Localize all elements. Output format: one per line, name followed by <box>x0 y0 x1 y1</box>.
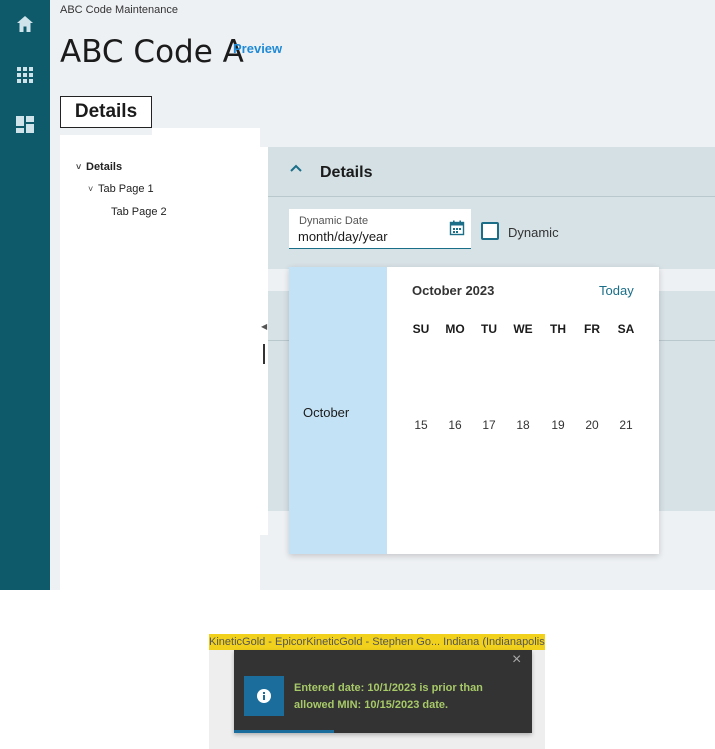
preview-link[interactable]: Preview <box>233 41 282 56</box>
calendar-day[interactable]: 20 <box>577 418 607 432</box>
calendar-icon[interactable] <box>449 220 465 236</box>
tree-item-label: Tab Page 2 <box>111 206 167 218</box>
calendar-day[interactable]: 21 <box>611 418 641 432</box>
toast-icon-box <box>244 676 284 716</box>
tree-item-tab-page-1[interactable]: ˅ Tab Page 1 <box>88 183 154 195</box>
chevron-up-icon[interactable] <box>288 160 304 176</box>
grid-icon[interactable] <box>14 64 36 86</box>
dynamic-checkbox[interactable] <box>481 222 499 240</box>
toast-notification: × Entered date: 10/1/2023 is prior than … <box>234 650 532 733</box>
app-window: ABC Code Maintenance ABC Code A Preview … <box>0 0 715 749</box>
weekday-header: TU <box>481 322 497 336</box>
tree-panel <box>60 135 260 590</box>
splitter-handle[interactable] <box>263 344 265 364</box>
dynamic-date-field[interactable]: Dynamic Date <box>289 209 471 249</box>
home-icon[interactable] <box>14 13 36 35</box>
today-button[interactable]: Today <box>599 283 634 298</box>
dynamic-date-input[interactable] <box>298 229 448 244</box>
month-item-selected[interactable]: October <box>303 405 349 420</box>
weekday-header: SU <box>412 322 430 336</box>
breadcrumb[interactable]: ABC Code Maintenance <box>60 4 178 16</box>
chevron-down-icon: ˅ <box>88 184 94 194</box>
weekday-header: FR <box>584 322 600 336</box>
tree-item-label: Tab Page 1 <box>98 183 154 195</box>
month-list: October <box>289 267 387 554</box>
details-card-title: Details <box>320 164 373 181</box>
toast-progress-bar <box>234 730 334 733</box>
close-icon[interactable]: × <box>512 651 521 669</box>
dashboard-icon[interactable] <box>14 113 36 135</box>
dynamic-date-label: Dynamic Date <box>299 215 369 227</box>
weekday-header: TH <box>550 322 566 336</box>
info-icon <box>257 689 271 703</box>
weekday-header: MO <box>445 322 465 336</box>
calendar-day[interactable]: 15 <box>406 418 436 432</box>
tree-item-tab-page-2[interactable]: Tab Page 2 <box>111 206 167 218</box>
weekday-header: SA <box>617 322 635 336</box>
calendar-day[interactable]: 16 <box>440 418 470 432</box>
calendar-day[interactable]: 19 <box>543 418 573 432</box>
collapse-arrow-icon[interactable]: ◀ <box>261 322 267 331</box>
context-status-bar: KineticGold - EpicorKineticGold - Stephe… <box>209 634 545 650</box>
chevron-down-icon: ˅ <box>76 162 82 172</box>
calendar-day[interactable]: 17 <box>474 418 504 432</box>
details-tab[interactable]: Details <box>60 96 152 128</box>
tree-item-details[interactable]: ˅ Details <box>76 161 122 173</box>
left-sidebar <box>0 0 50 590</box>
weekday-header: WE <box>513 322 533 336</box>
panel-gap <box>260 147 268 535</box>
tree-item-label: Details <box>86 161 123 173</box>
date-picker-title: October 2023 <box>412 283 495 298</box>
page-title: ABC Code A <box>60 34 244 70</box>
dynamic-checkbox-label: Dynamic <box>508 225 559 240</box>
calendar-day[interactable]: 18 <box>508 418 538 432</box>
toast-message: Entered date: 10/1/2023 is prior than al… <box>294 682 483 711</box>
date-picker-popup: October October 2023 Today SU MO TU WE T… <box>289 267 659 554</box>
